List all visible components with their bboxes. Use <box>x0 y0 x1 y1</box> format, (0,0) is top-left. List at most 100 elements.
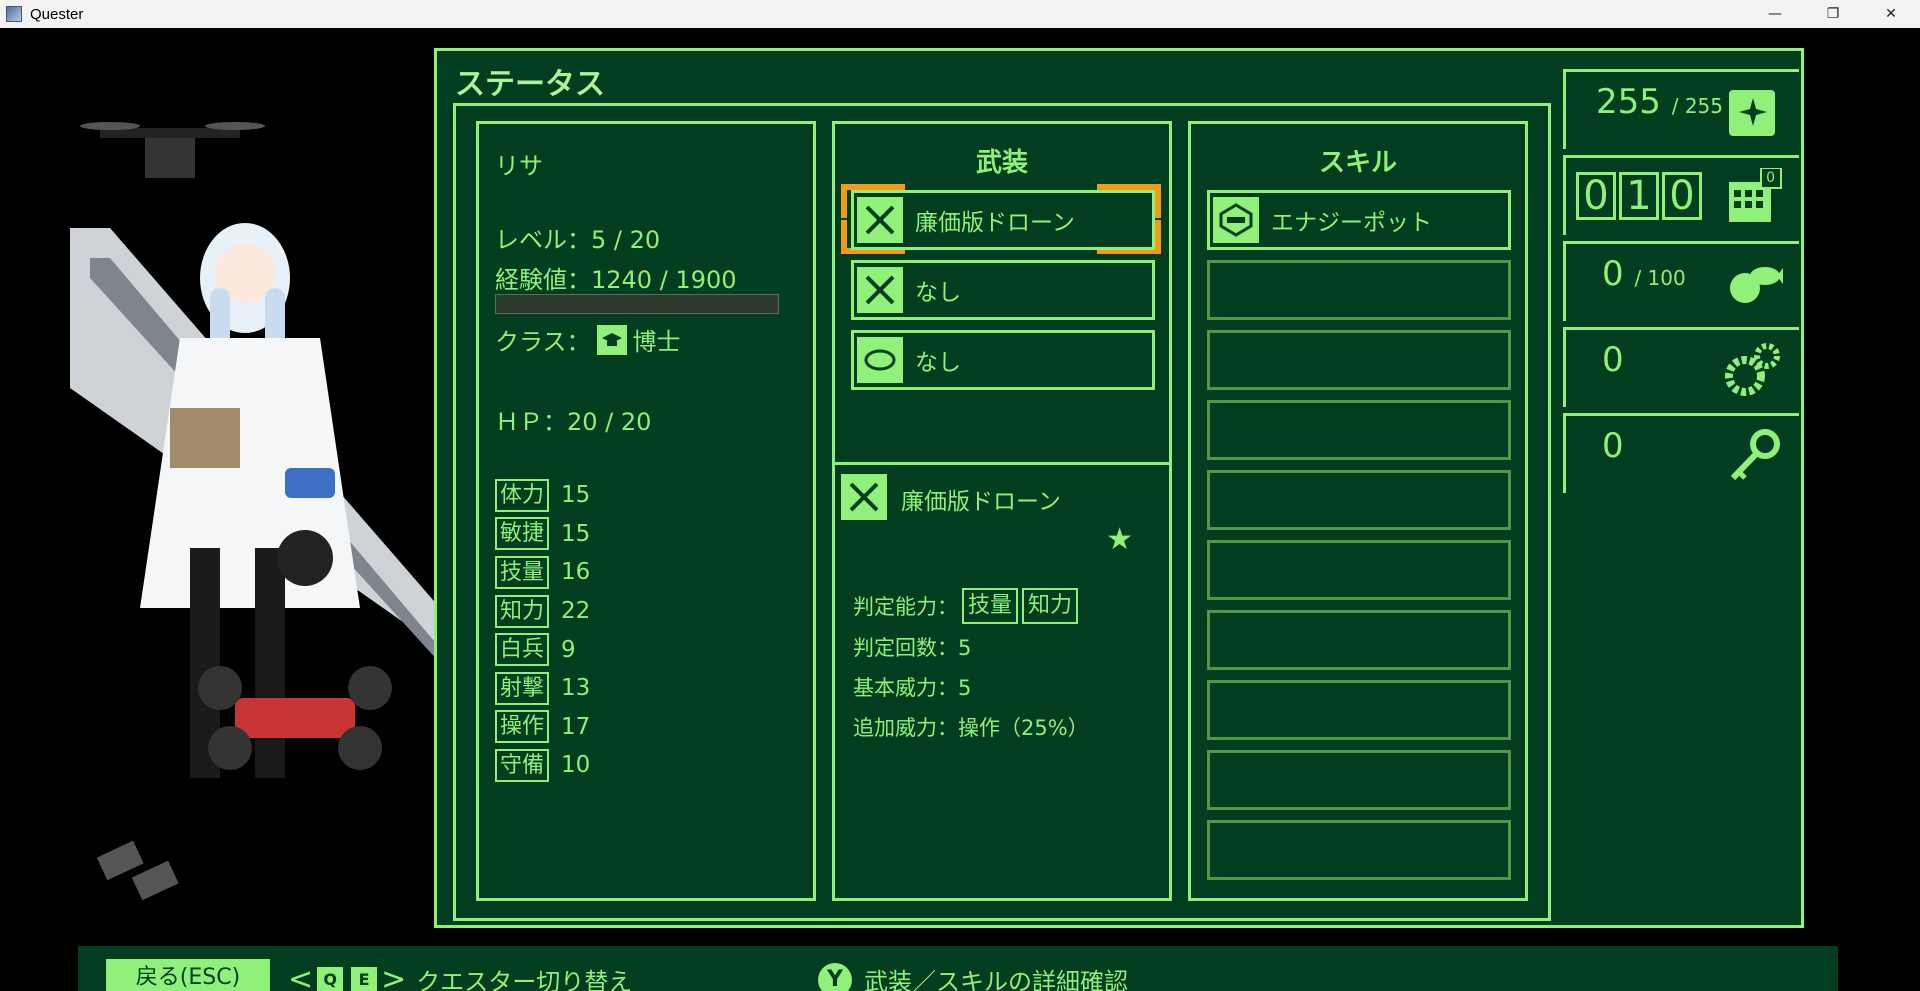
equipment-slot-2[interactable]: なし <box>851 260 1155 320</box>
graduation-cap-icon <box>596 324 627 355</box>
status-inner-frame: リサ レベル：5 / 20 経験値：1240 / 1900 クラス： 博士 ＨＰ… <box>453 103 1551 921</box>
character-stats-column: リサ レベル：5 / 20 経験値：1240 / 1900 クラス： 博士 ＨＰ… <box>476 121 816 901</box>
skills-header: スキル <box>1318 148 1397 178</box>
stat-value: 22 <box>561 598 591 625</box>
skill-slot-empty[interactable] <box>1207 470 1511 530</box>
equipment-slot-label: 廉価版ドローン <box>915 210 1075 236</box>
stat-row: 体力 15 <box>495 476 593 515</box>
class-prefix: クラス： <box>495 328 591 356</box>
hp-text: ＨＰ：20 / 20 <box>495 408 652 436</box>
skills-column: スキル エナジーポット <box>1188 121 1528 901</box>
keys-resource: 0 <box>1563 413 1799 493</box>
parts-value: 0 <box>1602 340 1624 380</box>
status-panel: ステータス リサ レベル：5 / 20 経験値：1240 / 1900 クラス：… <box>434 48 1804 928</box>
skill-slot-empty[interactable] <box>1207 400 1511 460</box>
stat-label: 技量 <box>495 555 550 589</box>
counter-digit: 0 <box>1576 172 1616 220</box>
energy-resource: 255 / 255 <box>1563 69 1799 149</box>
skill-slot-label: エナジーポット <box>1271 210 1432 236</box>
stat-label: 敏捷 <box>495 517 550 551</box>
key-icon <box>1730 429 1780 481</box>
exp-text: 経験値：1240 / 1900 <box>495 266 737 294</box>
switch-quester-hint[interactable]: < Q E > クエスター切り替え <box>288 962 632 991</box>
gears-icon <box>1725 343 1780 396</box>
skill-slot-1[interactable]: エナジーポット <box>1207 190 1511 250</box>
skill-slot-empty[interactable] <box>1207 260 1511 320</box>
drone-weapon-icon <box>857 197 903 243</box>
skill-slot-empty[interactable] <box>1207 540 1511 600</box>
stat-value: 15 <box>561 482 591 509</box>
stat-value: 10 <box>561 752 591 779</box>
q-key-icon: Q <box>317 966 344 991</box>
close-button[interactable]: ✕ <box>1862 0 1920 28</box>
app-icon <box>6 6 22 22</box>
judge-ability-tag: 技量 <box>962 588 1019 624</box>
e-key-icon: E <box>351 966 378 991</box>
counter-digit: 0 <box>1662 172 1702 220</box>
energy-can-icon <box>1729 90 1775 136</box>
switch-quester-label: クエスター切り替え <box>416 968 633 991</box>
base-power: 基本威力：5 <box>853 676 972 700</box>
extra-power: 追加威力：操作（25%） <box>853 716 1089 740</box>
day-counter: 0 1 0 0 <box>1563 155 1799 235</box>
level-text: レベル：5 / 20 <box>495 226 661 254</box>
equipment-slot-label: なし <box>915 280 961 306</box>
calendar-badge: 0 <box>1766 170 1775 186</box>
equipment-detail-name: 廉価版ドローン <box>901 489 1061 515</box>
star-icon: ★ <box>1106 522 1133 557</box>
skill-slot-empty[interactable] <box>1207 750 1511 810</box>
stat-row: 技量 16 <box>495 553 593 592</box>
window-titlebar: Quester — ❐ ✕ <box>0 0 1920 28</box>
drone-icon <box>80 122 265 178</box>
stat-label: 知力 <box>495 594 550 628</box>
stat-row: 守備 10 <box>495 746 593 785</box>
chevron-left-icon: < <box>288 962 314 991</box>
exp-bar <box>495 294 779 314</box>
equipment-divider <box>835 462 1169 465</box>
detail-check-label: 武装／スキルの詳細確認 <box>864 968 1128 991</box>
judge-ability-row: 判定能力： 技量 知力 <box>853 588 1079 624</box>
skill-slot-empty[interactable] <box>1207 680 1511 740</box>
food-icon <box>1730 267 1783 303</box>
detail-check-hint[interactable]: Y 武装／スキルの詳細確認 <box>818 962 1128 991</box>
chevron-right-icon: > <box>381 962 407 991</box>
equipment-slot-3[interactable]: なし <box>851 330 1155 390</box>
stat-row: 射撃 13 <box>495 669 593 708</box>
character-name: リサ <box>495 152 543 180</box>
day-counter-digits: 0 1 0 <box>1576 172 1705 220</box>
food-current: 0 <box>1602 254 1624 294</box>
red-drone-icon <box>198 666 392 770</box>
stat-value: 13 <box>561 675 591 702</box>
back-button[interactable]: 戻る(ESC) <box>106 959 270 991</box>
class-row: クラス： 博士 <box>495 322 681 357</box>
stat-label: 射撃 <box>495 671 550 705</box>
stat-value: 16 <box>561 559 591 586</box>
judge-ability-label: 判定能力： <box>853 595 958 619</box>
window-title: Quester <box>30 5 84 23</box>
stat-label: 操作 <box>495 710 550 744</box>
drone-weapon-icon <box>841 474 887 520</box>
skill-slot-empty[interactable] <box>1207 610 1511 670</box>
page-title: ステータス <box>455 67 605 102</box>
minimize-button[interactable]: — <box>1746 0 1804 28</box>
armor-icon <box>857 337 903 383</box>
stat-value: 17 <box>561 713 591 740</box>
skill-slot-empty[interactable] <box>1207 820 1511 880</box>
equipment-slot-1[interactable]: 廉価版ドローン <box>851 190 1155 250</box>
food-value: 0 / 100 <box>1602 254 1686 294</box>
equipment-slot-label: なし <box>915 350 961 376</box>
judge-ability-tag: 知力 <box>1022 588 1079 624</box>
skill-slot-empty[interactable] <box>1207 330 1511 390</box>
energy-pot-icon <box>1213 197 1259 243</box>
y-button-icon: Y <box>818 962 852 991</box>
stat-value: 15 <box>561 520 591 547</box>
stat-label: 白兵 <box>495 633 550 667</box>
energy-value: 255 / 255 <box>1596 82 1723 122</box>
stat-list: 体力 15 敏捷 15 技量 16 知力 22 白兵 9 射撃 13 操作 17 守備 10 <box>495 476 593 785</box>
stat-row: 白兵 9 <box>495 630 593 669</box>
restore-button[interactable]: ❐ <box>1804 0 1862 28</box>
judge-count: 判定回数：5 <box>853 636 972 660</box>
stat-row: 敏捷 15 <box>495 515 593 554</box>
parts-resource: 0 <box>1563 327 1799 407</box>
control-hint-bar: 戻る(ESC) < Q E > クエスター切り替え Y 武装／スキルの詳細確認 <box>78 946 1838 991</box>
